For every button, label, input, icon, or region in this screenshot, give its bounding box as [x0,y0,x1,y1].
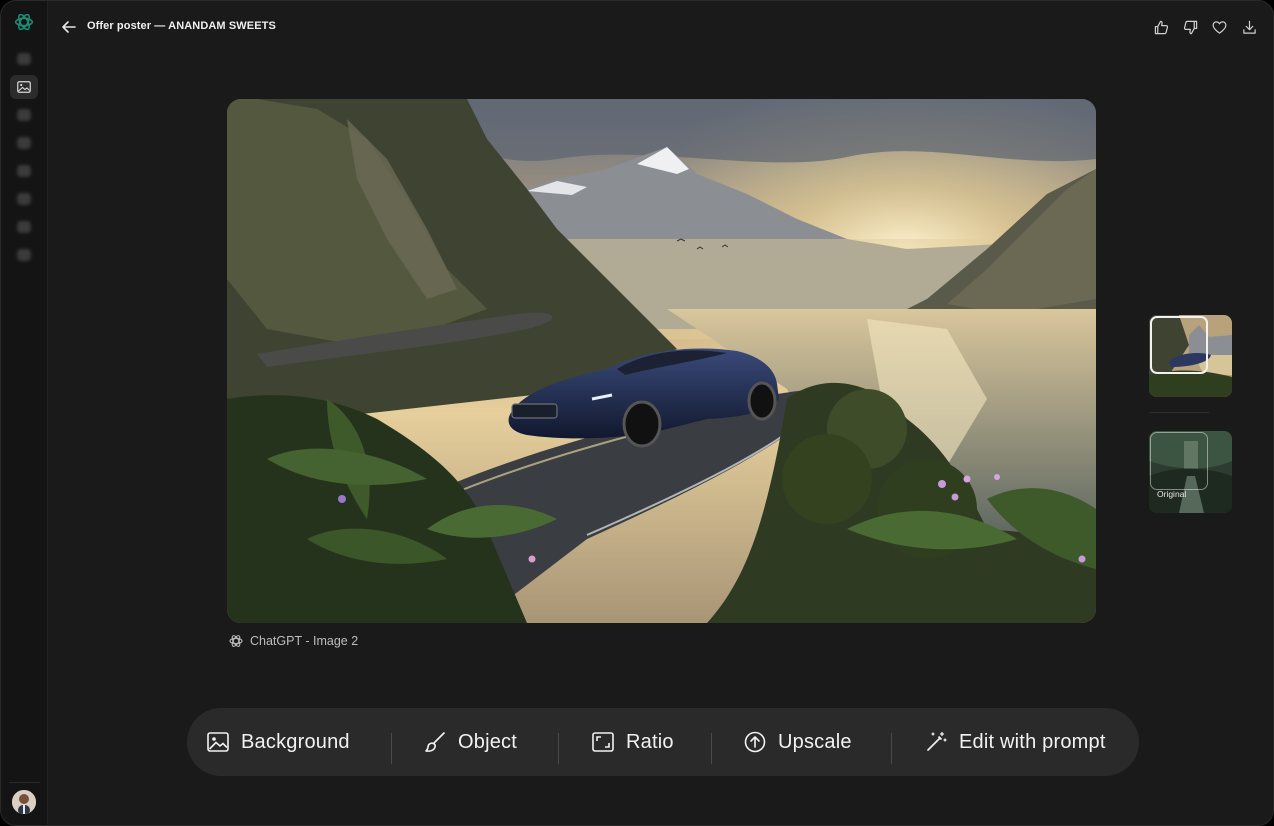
back-button[interactable] [59,17,79,37]
upscale-label: Upscale [778,730,852,753]
image-caption: ChatGPT - Image 2 [228,632,358,650]
edit-toolbar: Background Object Ratio Upscale Edit wit… [187,708,1139,776]
object-label: Object [458,730,518,753]
edit-with-prompt-label: Edit with prompt [959,730,1106,753]
generated-image[interactable] [227,99,1096,623]
upscale-button[interactable]: Upscale [744,708,852,776]
sidebar-item-icon[interactable] [10,103,38,127]
background-button[interactable]: Background [207,708,350,776]
thumbs-up-icon [1154,20,1168,34]
toolbar-divider [558,733,559,764]
caption-text: ChatGPT - Image 2 [250,634,359,648]
thumbnail-current[interactable] [1149,315,1232,397]
page-title: Offer poster — ANANDAM SWEETS [87,20,276,32]
heart-icon [1212,20,1226,34]
sidebar-item-icon[interactable] [10,215,38,239]
thumbnail-frame [1150,432,1208,490]
thumbnail-divider [1149,412,1209,413]
arrow-up-circle-icon [744,731,766,753]
thumbnail-label: Original [1157,489,1187,499]
chatgpt-logo-icon [229,635,243,647]
sidebar-item-icon[interactable] [10,159,38,183]
favorite-button[interactable] [1209,17,1229,37]
thumbs-down-button[interactable] [1180,17,1200,37]
sidebar-item-icon[interactable] [10,131,38,155]
sidebar-rail [1,1,48,825]
chatgpt-logo-icon[interactable] [13,11,35,33]
sidebar-item-icon[interactable] [10,243,38,267]
toolbar-divider [711,733,712,764]
background-label: Background [241,730,350,753]
app-window: Offer poster — ANANDAM SWEETS ChatGPT - … [0,0,1274,826]
avatar[interactable] [12,790,36,814]
magic-wand-icon [927,731,947,751]
aspect-ratio-icon [592,732,614,752]
sidebar-item-icon[interactable] [10,187,38,211]
thumbs-down-icon [1183,20,1197,34]
ratio-label: Ratio [626,730,674,753]
selection-ring [1150,316,1208,374]
edit-with-prompt-button[interactable]: Edit with prompt [925,708,1106,776]
toolbar-divider [891,733,892,764]
download-icon [1242,20,1256,34]
download-button[interactable] [1239,17,1259,37]
new-chat-icon[interactable] [10,47,38,71]
thumbs-up-button[interactable] [1151,17,1171,37]
image-icon [207,732,229,752]
toolbar-divider [391,733,392,764]
object-button[interactable]: Object [424,708,517,776]
image-icon[interactable] [10,75,38,99]
thumbnail-original[interactable]: Original [1149,431,1232,513]
rail-divider [9,782,40,783]
brush-icon [425,732,445,752]
arrow-left-icon [62,21,76,33]
ratio-button[interactable]: Ratio [592,708,674,776]
